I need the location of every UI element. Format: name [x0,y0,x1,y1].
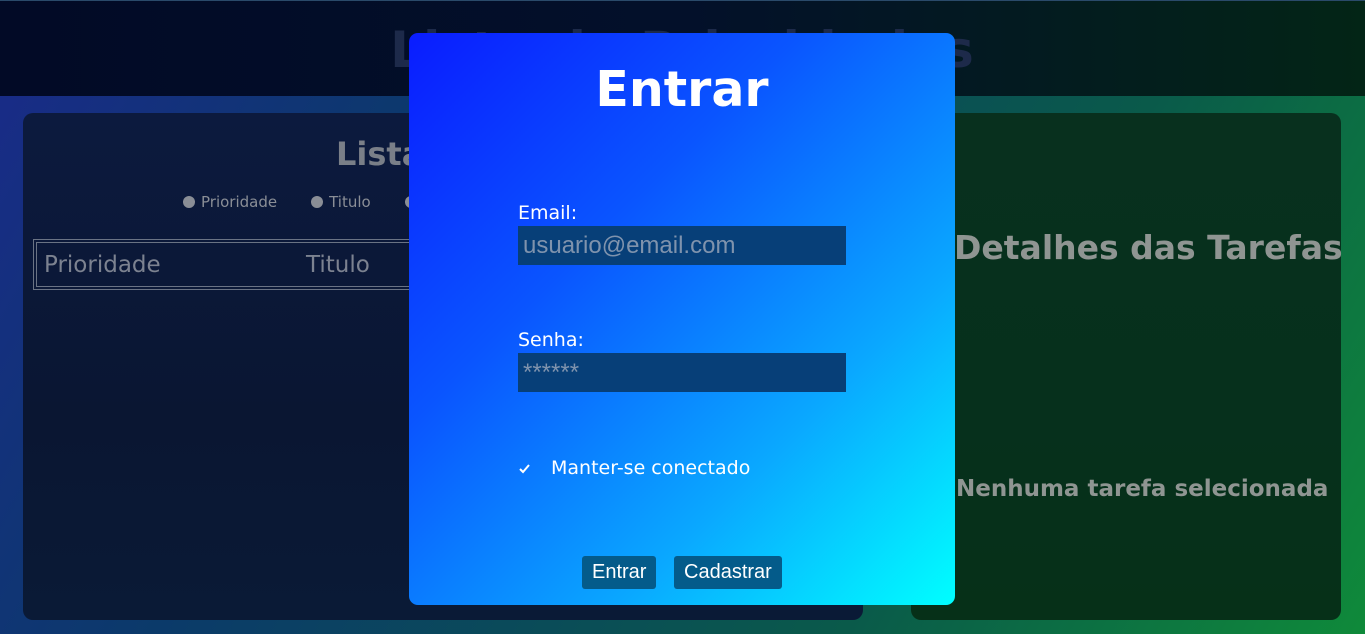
remember-me-label: Manter-se conectado [551,457,751,479]
checkmark-icon[interactable] [518,462,531,475]
column-header-titulo[interactable]: Titulo [306,252,370,278]
no-task-message: Nenhuma tarefa selecionada [956,476,1329,502]
sort-options: Prioridade Titulo [183,193,423,211]
register-button[interactable]: Cadastrar [674,556,782,589]
task-details-panel [911,113,1341,620]
sort-option-titulo[interactable]: Titulo [311,193,371,211]
column-header-prioridade[interactable]: Prioridade [44,252,306,278]
email-label: Email: [518,202,578,224]
password-field[interactable] [518,353,846,392]
remember-me-checkbox[interactable]: Manter-se conectado [518,457,750,479]
login-button[interactable]: Entrar [582,556,657,589]
radio-icon[interactable] [311,196,324,208]
login-title: Entrar [595,61,769,118]
sort-option-label: Prioridade [201,193,278,211]
radio-icon[interactable] [183,196,195,208]
sort-option-label: Titulo [329,193,371,211]
password-label: Senha: [518,329,584,351]
email-field[interactable] [518,226,846,265]
sort-option-prioridade[interactable]: Prioridade [183,193,277,211]
task-details-title: Detalhes das Tarefas [954,228,1343,267]
login-modal: Entrar Email: Senha: Manter-se conectado… [409,33,955,605]
